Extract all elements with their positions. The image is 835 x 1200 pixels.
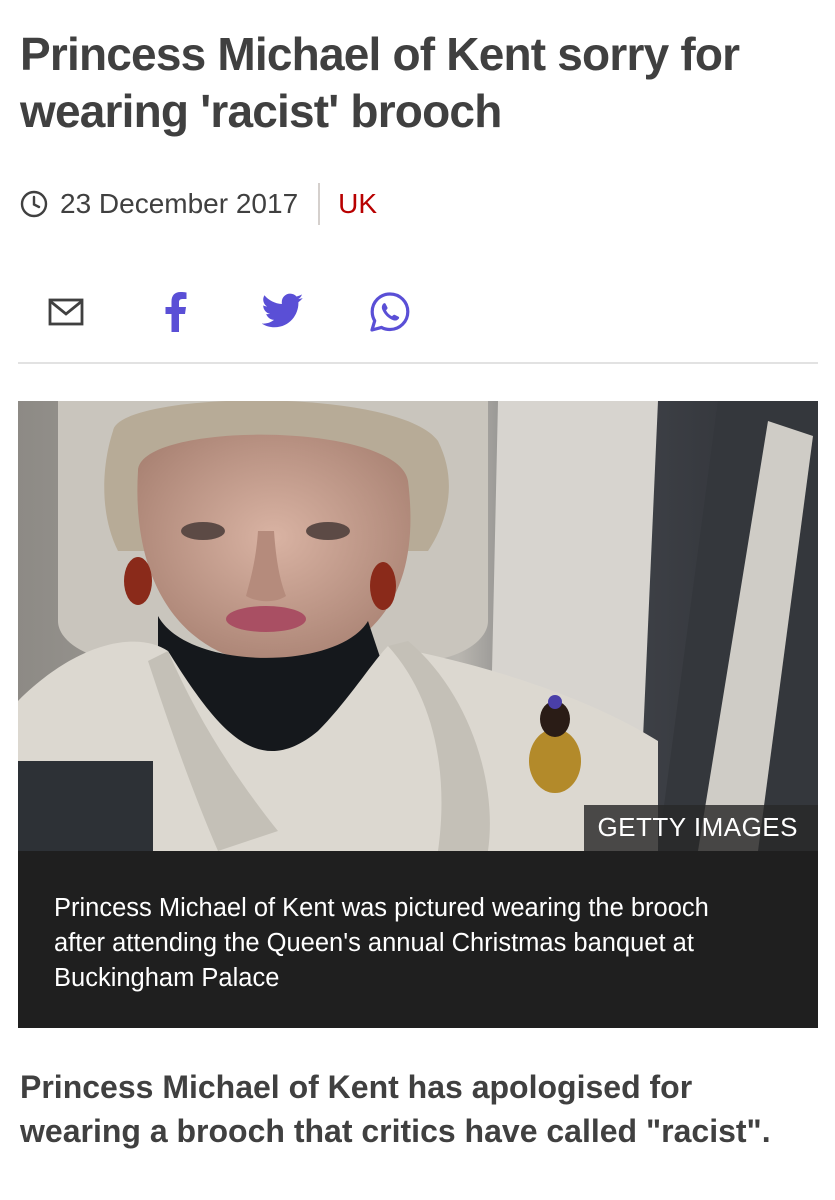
article-headline: Princess Michael of Kent sorry for weari… — [20, 28, 740, 137]
share-bar — [0, 288, 835, 336]
publish-date: 23 December 2017 — [60, 188, 299, 219]
image-caption: Princess Michael of Kent was pictured we… — [18, 851, 818, 1028]
section-link[interactable]: UK — [338, 188, 377, 220]
clock-icon — [20, 190, 48, 218]
divider — [18, 362, 818, 364]
article-image[interactable]: GETTY IMAGES — [18, 401, 818, 851]
article-meta: 23 December 2017 UK — [20, 182, 377, 226]
whatsapp-icon[interactable] — [368, 290, 412, 339]
image-credit: GETTY IMAGES — [584, 805, 818, 851]
article-intro: Princess Michael of Kent has apologised … — [20, 1069, 771, 1149]
email-icon[interactable] — [48, 294, 84, 335]
facebook-icon[interactable] — [160, 290, 190, 339]
meta-divider — [318, 183, 321, 225]
photo-illustration — [18, 401, 818, 851]
twitter-icon[interactable] — [261, 292, 304, 335]
